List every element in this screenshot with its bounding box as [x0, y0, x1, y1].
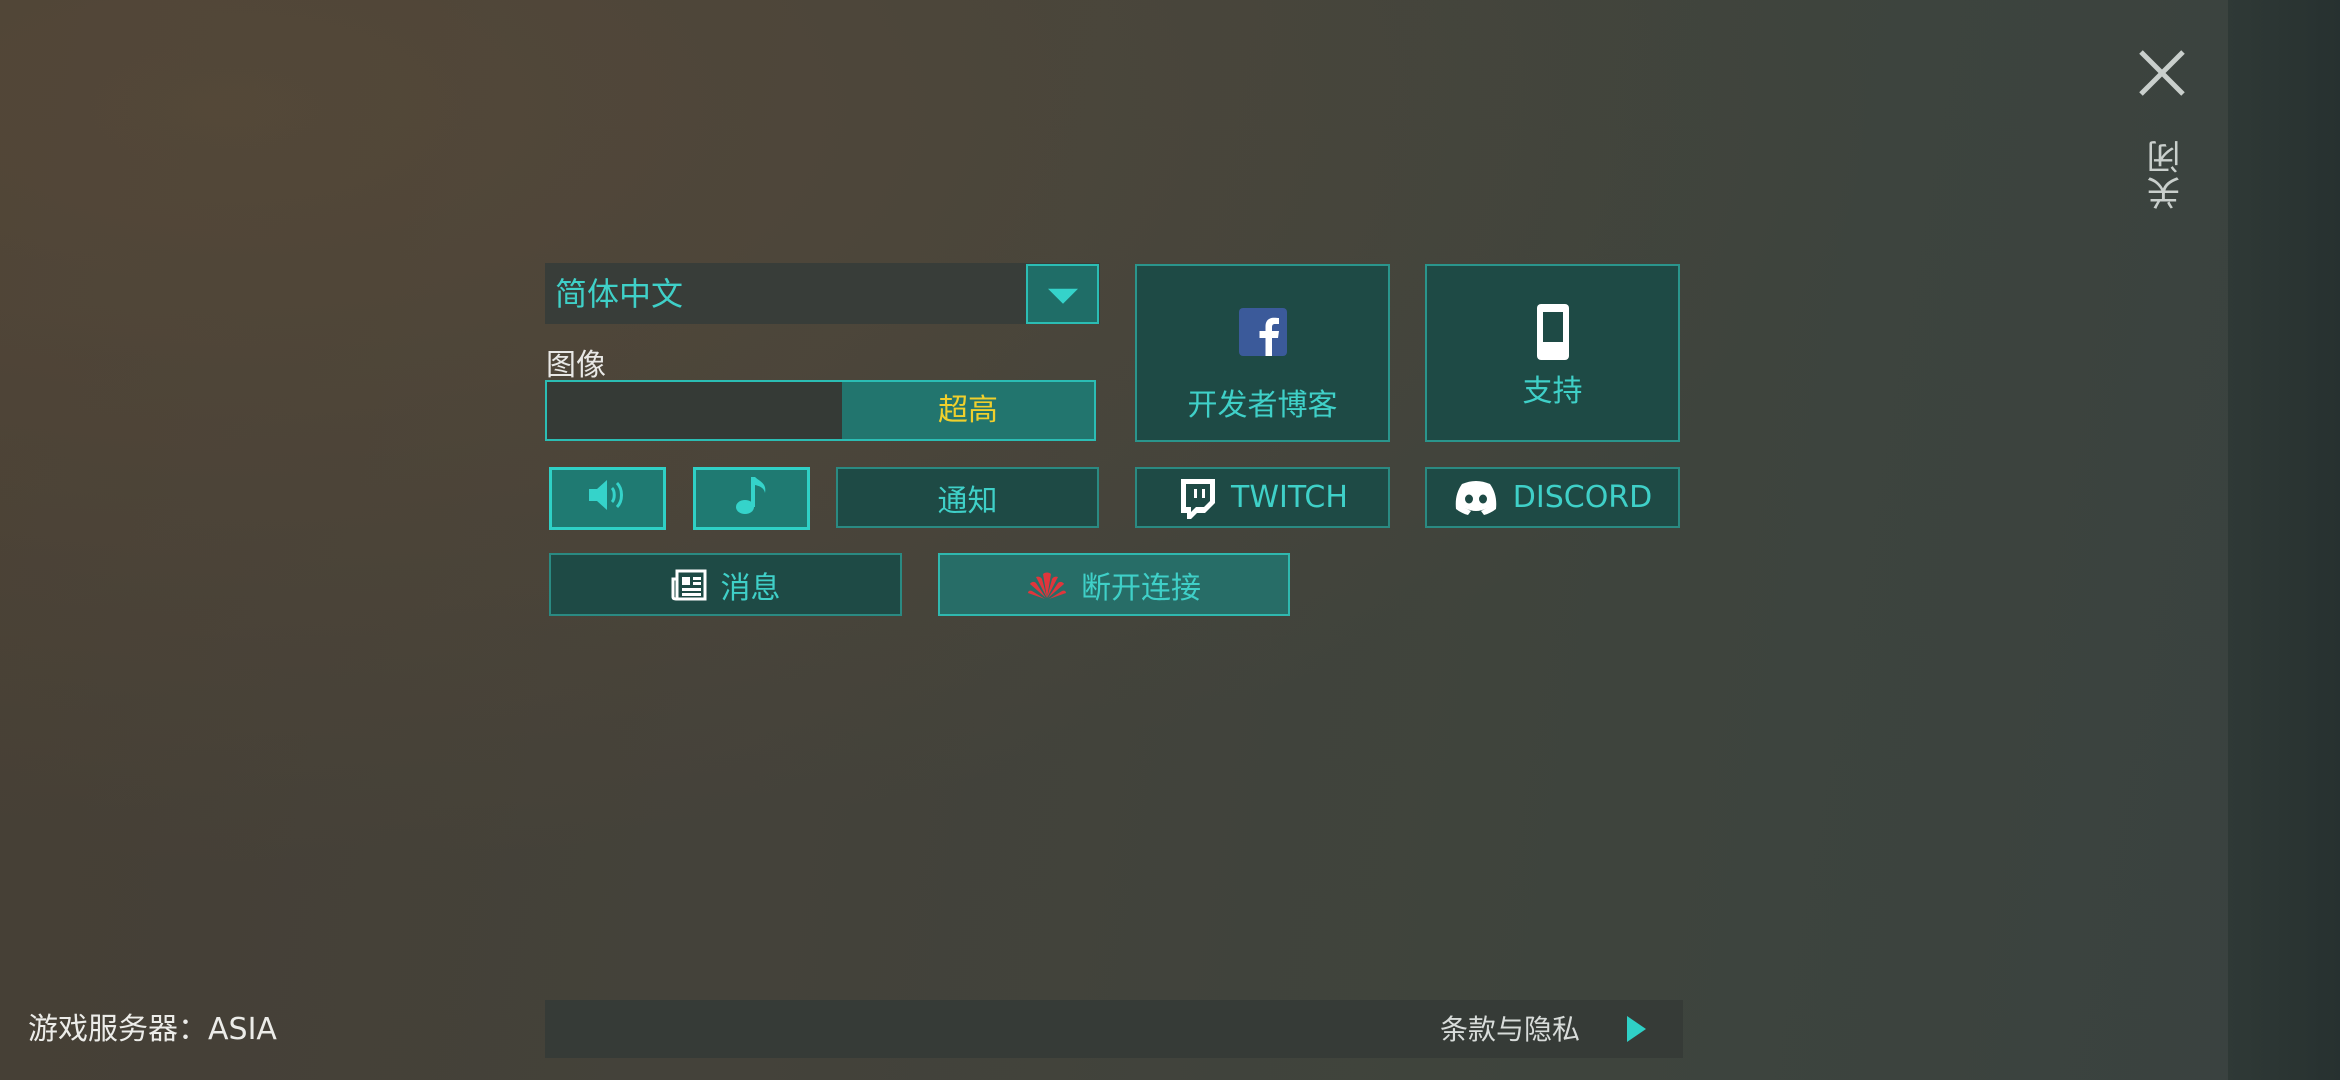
disconnect-label: 断开连接 — [1081, 570, 1201, 606]
graphics-quality-slider[interactable]: 超高 — [545, 380, 1096, 441]
support-label: 支持 — [1522, 374, 1583, 409]
phone-icon — [1427, 302, 1678, 370]
dev-blog-label: 开发者博客 — [1187, 388, 1338, 423]
music-toggle-button[interactable] — [693, 467, 810, 530]
newspaper-icon — [671, 569, 707, 601]
speaker-icon — [587, 478, 629, 520]
twitch-button[interactable]: TWITCH — [1135, 467, 1390, 528]
support-button[interactable]: 支持 — [1425, 264, 1680, 442]
language-selected-value[interactable]: 简体中文 — [555, 270, 683, 318]
language-dropdown-button[interactable] — [1026, 264, 1099, 324]
close-button[interactable] — [2130, 48, 2194, 98]
disconnect-button[interactable]: 断开连接 — [938, 553, 1290, 616]
game-server-label: 游戏服务器：ASIA — [28, 1012, 277, 1047]
notifications-button[interactable]: 通知 — [836, 467, 1099, 528]
news-button[interactable]: 消息 — [549, 553, 902, 616]
twitch-icon — [1177, 477, 1217, 519]
graphics-label: 图像 — [546, 348, 606, 383]
news-label: 消息 — [720, 570, 781, 606]
dev-blog-button[interactable]: 开发者博客 — [1135, 264, 1390, 442]
discord-button[interactable]: DISCORD — [1425, 467, 1680, 528]
huawei-icon — [1027, 570, 1067, 600]
right-edge-panel — [2228, 0, 2340, 1080]
close-icon[interactable] — [2130, 48, 2194, 98]
terms-privacy-link[interactable]: 条款与隐私 — [1440, 1010, 1580, 1050]
close-label[interactable]: 关闭 — [2142, 134, 2187, 214]
twitch-label: TWITCH — [1231, 480, 1348, 515]
discord-label: DISCORD — [1512, 480, 1653, 515]
sound-toggle-button[interactable] — [549, 467, 666, 530]
facebook-icon — [1137, 308, 1388, 364]
discord-icon — [1453, 480, 1499, 516]
chevron-down-icon — [1047, 288, 1078, 304]
music-note-icon — [735, 475, 769, 523]
notifications-label: 通知 — [937, 483, 998, 519]
graphics-quality-value: 超高 — [938, 393, 998, 428]
play-arrow-icon[interactable] — [1627, 1016, 1646, 1042]
